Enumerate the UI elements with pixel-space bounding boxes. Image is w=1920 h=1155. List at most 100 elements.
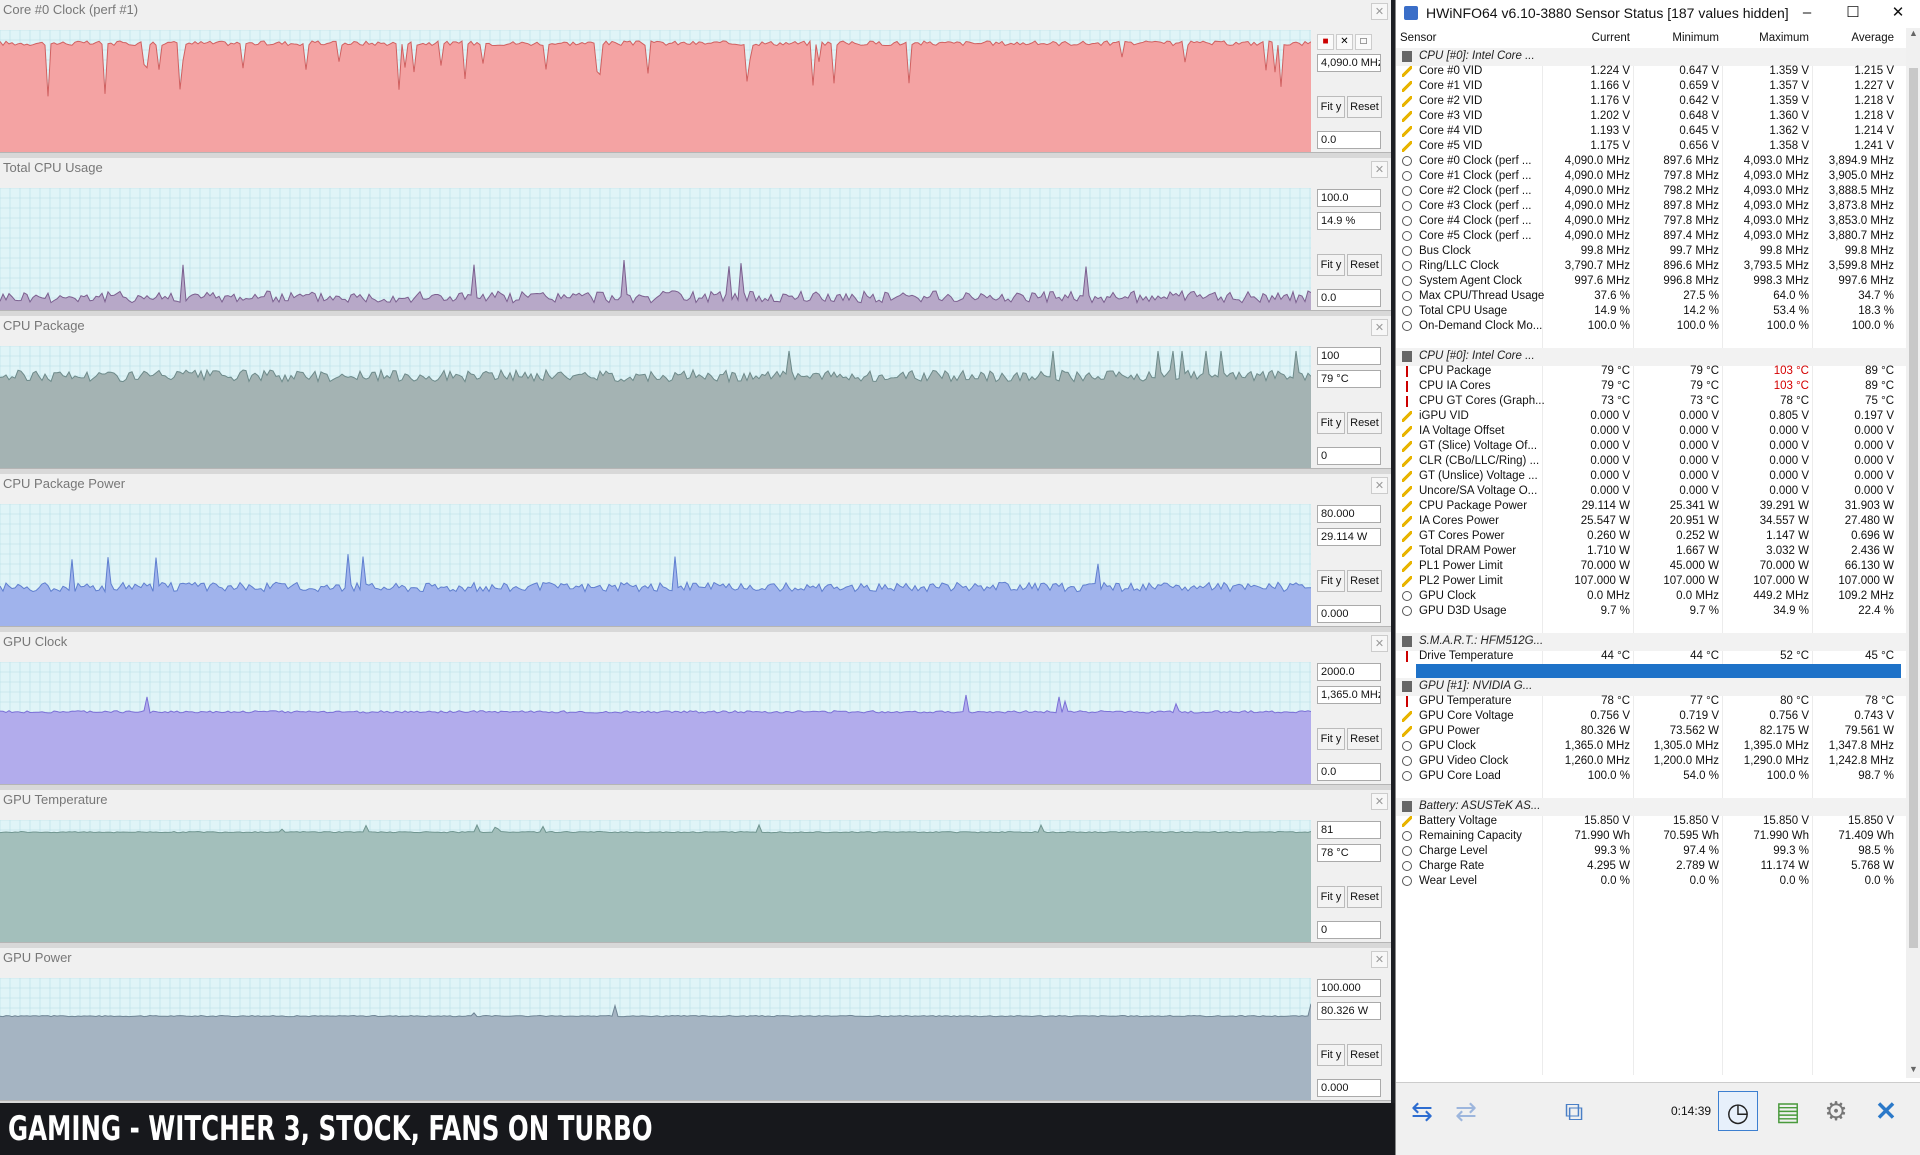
reset-button[interactable]: Reset (1347, 254, 1382, 276)
reset-button[interactable]: Reset (1347, 1044, 1382, 1066)
sensor-minimum: 897.4 MHz (1663, 230, 1719, 242)
close-icon[interactable]: ✕ (1371, 635, 1388, 652)
graph-title: Total CPU Usage (3, 160, 103, 175)
sensor-minimum: 797.8 MHz (1663, 215, 1719, 227)
thermometer-icon (1402, 651, 1412, 662)
graph-current-value: 78 °C (1317, 844, 1381, 862)
fit-y-button[interactable]: Fit y (1317, 570, 1345, 592)
arrow-left-right-icon[interactable]: ⇆ (1402, 1091, 1442, 1131)
graph-title: GPU Power (3, 950, 72, 965)
report-icon[interactable]: ▤ (1768, 1091, 1808, 1131)
sensor-name: Core #4 Clock (perf ... (1419, 215, 1532, 227)
sensor-name: Core #4 VID (1419, 125, 1483, 137)
clock-icon[interactable]: ◷ (1718, 1091, 1758, 1131)
close-icon[interactable]: ✕ (1371, 793, 1388, 810)
close-icon[interactable]: ✕ (1866, 1091, 1906, 1131)
close-icon[interactable]: ✕ (1371, 951, 1388, 968)
sensor-average: 1,347.8 MHz (1828, 740, 1894, 752)
graph-record-controls[interactable]: ■ ✕ □ (1317, 34, 1377, 52)
header-minimum[interactable]: Minimum (1672, 32, 1719, 44)
sensor-current: 9.7 % (1600, 605, 1630, 617)
sensor-row[interactable]: Wear Level 0.0 % 0.0 % 0.0 % 0.0 % (1396, 873, 1906, 891)
sensor-current: 1.166 V (1590, 80, 1630, 92)
sensor-current: 1.176 V (1590, 95, 1630, 107)
graph-min-field[interactable]: 0.000 (1317, 605, 1381, 623)
sensor-minimum: 9.7 % (1689, 605, 1719, 617)
graph-max-field[interactable]: 2000.0 (1317, 663, 1381, 681)
thermometer-icon (1402, 696, 1412, 707)
close-icon[interactable]: ✕ (1371, 319, 1388, 336)
sensor-current: 0.0 % (1600, 875, 1630, 887)
sensor-current: 78 °C (1601, 695, 1630, 707)
sensor-current: 1,260.0 MHz (1564, 755, 1630, 767)
sensor-name: Core #3 Clock (perf ... (1419, 200, 1532, 212)
sensor-list: CPU [#0]: Intel Core ... Core #0 VID 1.22… (1396, 48, 1906, 1075)
scroll-up-icon[interactable]: ▲ (1906, 28, 1920, 42)
sensor-average: 5.768 W (1851, 860, 1894, 872)
lightning-icon (1402, 711, 1412, 722)
fit-y-button[interactable]: Fit y (1317, 1044, 1345, 1066)
graph-min-field[interactable]: 0.0 (1317, 763, 1381, 781)
sensor-minimum: 73 °C (1690, 395, 1719, 407)
graph-max-field[interactable]: 80.000 (1317, 505, 1381, 523)
minimize-button[interactable]: – (1784, 0, 1830, 26)
fit-y-button[interactable]: Fit y (1317, 412, 1345, 434)
hwinfo-app-icon (1404, 6, 1418, 20)
reset-button[interactable]: Reset (1347, 96, 1382, 118)
fit-y-button[interactable]: Fit y (1317, 886, 1345, 908)
sensor-name: GPU Temperature (1419, 695, 1512, 707)
graph-min-field[interactable]: 0.0 (1317, 131, 1381, 149)
graph-min-field[interactable]: 0.000 (1317, 1079, 1381, 1097)
close-icon[interactable]: ✕ (1371, 3, 1388, 20)
header-sensor[interactable]: Sensor (1400, 32, 1436, 44)
close-button[interactable]: ✕ (1875, 0, 1920, 26)
graph-min-field[interactable]: 0 (1317, 921, 1381, 939)
graph-current-value: 4,090.0 MHz (1317, 54, 1381, 72)
fit-y-button[interactable]: Fit y (1317, 728, 1345, 750)
scroll-thumb[interactable] (1909, 68, 1918, 948)
sensor-average: 1.227 V (1854, 80, 1894, 92)
header-average[interactable]: Average (1851, 32, 1894, 44)
sensor-maximum: 11.174 W (1760, 860, 1809, 872)
graph-max-field[interactable]: 81 (1317, 821, 1381, 839)
sensor-maximum: 52 °C (1780, 650, 1809, 662)
reset-button[interactable]: Reset (1347, 412, 1382, 434)
lightning-icon (1402, 546, 1412, 557)
graph-current-value: 79 °C (1317, 370, 1381, 388)
header-current[interactable]: Current (1592, 32, 1630, 44)
graph-max-field[interactable]: 100.0 (1317, 189, 1381, 207)
fit-y-button[interactable]: Fit y (1317, 96, 1345, 118)
sensor-minimum: 0.645 V (1679, 125, 1719, 137)
lightning-icon (1402, 111, 1412, 122)
vertical-scrollbar[interactable]: ▲ ▼ (1906, 28, 1920, 1078)
graph-min-field[interactable]: 0.0 (1317, 289, 1381, 307)
maximize-button[interactable]: ☐ (1830, 0, 1876, 26)
sensor-minimum: 54.0 % (1683, 770, 1719, 782)
window-icon[interactable]: □ (1355, 34, 1372, 50)
reset-button[interactable]: Reset (1347, 886, 1382, 908)
sensor-minimum: 996.8 MHz (1663, 275, 1719, 287)
record-icon[interactable]: ■ (1317, 34, 1334, 50)
sensor-maximum: 0.805 V (1769, 410, 1809, 422)
clock-icon (1402, 246, 1412, 256)
reset-button[interactable]: Reset (1347, 728, 1382, 750)
arrow-right-left-icon[interactable]: ⇄ (1446, 1091, 1486, 1131)
reset-button[interactable]: Reset (1347, 570, 1382, 592)
graph-max-field[interactable]: 100.000 (1317, 979, 1381, 997)
sensor-maximum: 1,395.0 MHz (1743, 740, 1809, 752)
chip-icon (1402, 681, 1412, 692)
settings-icon[interactable]: ⚙ (1816, 1091, 1856, 1131)
graph-min-field[interactable]: 0 (1317, 447, 1381, 465)
caption-text: GAMING - WITCHER 3, STOCK, FANS ON TURBO (8, 1109, 653, 1149)
sensor-maximum: 1.358 V (1769, 140, 1809, 152)
header-maximum[interactable]: Maximum (1759, 32, 1809, 44)
pause-icon[interactable]: ✕ (1336, 34, 1353, 50)
graph-max-field[interactable]: 100 (1317, 347, 1381, 365)
thermometer-icon (1402, 366, 1412, 377)
network-icon[interactable]: ⧉ (1554, 1091, 1594, 1131)
lightning-icon (1402, 411, 1412, 422)
close-icon[interactable]: ✕ (1371, 477, 1388, 494)
fit-y-button[interactable]: Fit y (1317, 254, 1345, 276)
scroll-down-icon[interactable]: ▼ (1906, 1064, 1920, 1078)
close-icon[interactable]: ✕ (1371, 161, 1388, 178)
